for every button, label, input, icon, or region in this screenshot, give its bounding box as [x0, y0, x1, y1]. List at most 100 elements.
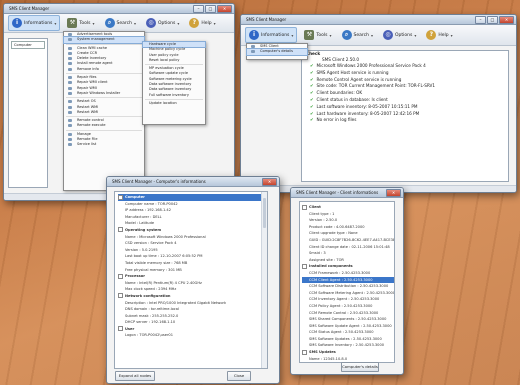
close-dialog-button[interactable]: Close [227, 371, 251, 381]
menu-item-computers-details[interactable]: Computer's details [246, 48, 308, 56]
info-icon: i [12, 18, 22, 28]
menu-item-label: Advertisement tools [77, 32, 113, 36]
minimize-button[interactable]: – [475, 16, 486, 24]
expand-toggle-icon[interactable] [118, 293, 123, 299]
client-info-tree[interactable]: Client Client type : 1 Version : 2.50.0 Pro… [299, 201, 395, 363]
tree-node[interactable]: Computer [118, 194, 267, 201]
tree-leaf: Smsid : 3 [302, 250, 394, 257]
tree-node[interactable]: SMS Updates [302, 349, 394, 356]
search-menu-button[interactable]: ⌕ Search ▾ [339, 28, 376, 42]
menu-item-icon [68, 62, 72, 66]
maximize-button[interactable]: □ [487, 16, 498, 24]
tree-text: Logon : TOR-P0042\user01 [125, 333, 173, 338]
tools-menu-item[interactable]: Service list [64, 142, 144, 147]
menu-separator [145, 64, 203, 66]
tools-icon: ⚒ [304, 30, 315, 40]
tools-menu-item[interactable]: Remote execute [64, 123, 144, 128]
tree-text: DHCP server : 192.168.1.10 [125, 320, 176, 325]
tools-menu-item[interactable]: Restart WMI [64, 110, 144, 115]
close-button[interactable]: ✕ [386, 189, 401, 197]
tree-text: SMS Software Inventory : 2.50.4253.3000 [309, 343, 385, 348]
check-item: ✔ Microsoft Windows 2000 Professional Ser… [302, 63, 508, 70]
window-title: SMS Client Manager [246, 17, 287, 22]
tree-text: Name : Intel(R) Pentium(R) 4 CPU 2.40GHz [125, 280, 202, 285]
tools-icon: ⚒ [67, 18, 78, 28]
help-menu-button[interactable]: ? Help ▾ [186, 16, 218, 30]
expand-toggle-icon[interactable] [118, 194, 123, 200]
scrollbar-thumb[interactable] [263, 198, 266, 228]
tools-menu-button[interactable]: ⚒ Tools ▾ [64, 16, 97, 30]
expand-toggle-icon[interactable] [118, 326, 123, 332]
maximize-button[interactable]: □ [205, 5, 216, 13]
close-button[interactable]: ✕ [262, 178, 277, 186]
expand-all-nodes-button[interactable]: Expand all nodes [115, 371, 155, 381]
tree-leaf: SMS Software Update Agent : 2.50.4253.30… [302, 323, 394, 330]
tree-node[interactable]: Operating system [118, 227, 267, 234]
scrollbar[interactable] [261, 192, 267, 368]
tools-menu-item[interactable]: Repair Windows Installer [64, 91, 144, 96]
submenu-item[interactable]: Update location [143, 101, 205, 106]
menu-item-icon [68, 86, 72, 90]
tree-text: GUID : GUID:2C8F7B26-8C62-4EE7-A417-BCE3… [309, 237, 395, 242]
tree-leaf: CCM Remote Control : 2.50.4253.3000 [302, 310, 394, 317]
expand-toggle-icon[interactable] [302, 204, 307, 210]
tree-text: Subnet mask : 255.255.252.0 [125, 313, 179, 318]
expand-toggle-icon[interactable] [118, 273, 123, 279]
informations-menu-button[interactable]: i Informations ▾ [8, 15, 61, 31]
options-menu-button[interactable]: ◎ Options ▾ [380, 28, 419, 42]
menu-item-icon [68, 76, 72, 80]
close-button[interactable]: ✕ [217, 5, 232, 13]
tree-leaf: Client ID change date : 02-11-2006 15:01… [302, 244, 394, 251]
tree-text: Computer name : TOR-P0042 [125, 201, 178, 206]
tree-text: SMS Software Updates : 2.50.4253.3000 [309, 336, 382, 341]
tools-menu-item[interactable]: System management [63, 36, 145, 44]
check-item: ✔ SMS Agent Host service is running [302, 70, 508, 77]
checkmark-icon: ✔ [310, 69, 314, 75]
tree-leaf: CCM Software Metering Agent : 2.50.4253.… [302, 290, 394, 297]
submenu-item[interactable]: Reset local policy [143, 58, 205, 63]
checkmark-icon: ✔ [310, 83, 314, 89]
tree-node[interactable]: Processor [118, 273, 267, 280]
menu-item-icon [68, 105, 72, 109]
tree-text: Network configuration [125, 293, 171, 298]
expand-toggle-icon[interactable] [302, 263, 307, 269]
tree-text: Client ID change date : 02-11-2006 15:01… [309, 244, 390, 249]
menu-separator [66, 73, 142, 75]
tree-leaf: CCM Client Agent : 2.50.4253.3000 [302, 276, 394, 284]
client-icon [251, 45, 255, 48]
tree-node[interactable]: Network configuration [118, 293, 267, 300]
menu-separator [66, 129, 142, 131]
minimize-button[interactable]: – [193, 5, 204, 13]
informations-menu-button[interactable]: i Informations ▾ [245, 27, 298, 43]
computer-info-tree[interactable]: Computer Computer name : TOR-P0042 IP addr… [114, 191, 268, 369]
menu-item-label: Software metering cycle [149, 76, 192, 81]
tree-node[interactable]: Installed components [302, 263, 394, 270]
submenu-item[interactable]: Full software inventory [143, 93, 205, 98]
options-icon: ◎ [383, 30, 394, 40]
tree-leaf: Model : Latitude [118, 220, 267, 227]
tree-leaf: Version : 2.50.0 [302, 217, 394, 224]
client-informations-dialog: SMS Client Manager - Client informations… [290, 187, 404, 375]
computers-details-button[interactable]: Computer's details [341, 362, 379, 372]
computer-name-input[interactable]: Computer [11, 41, 45, 49]
options-icon: ◎ [146, 18, 157, 28]
tree-text: CCM Policy Agent : 2.50.4253.3000 [309, 303, 373, 308]
help-menu-button[interactable]: ? Help ▾ [423, 28, 455, 42]
tree-node[interactable]: User [118, 326, 267, 333]
expand-toggle-icon[interactable] [118, 227, 123, 233]
check-text: SMS Agent Host service is running [316, 69, 389, 75]
system-management-submenu: Hardware cycle Machine policy cycle User p… [142, 40, 206, 125]
checkmark-icon: ✔ [310, 110, 314, 116]
tree-text: CCM Status Agent : 2.50.4253.3000 [309, 330, 374, 335]
tools-menu-button[interactable]: ⚒ Tools ▾ [301, 28, 334, 42]
options-menu-button[interactable]: ◎ Options ▾ [143, 16, 182, 30]
tree-text: Operating system [125, 227, 162, 232]
tree-text: CCM Software Distribution : 2.50.4253.30… [309, 284, 389, 289]
close-button[interactable]: ✕ [499, 16, 514, 24]
tree-node[interactable]: Client [302, 204, 394, 211]
tools-menu-item[interactable]: Remove info [64, 67, 144, 72]
window-title: SMS Client Manager [9, 6, 50, 11]
search-menu-button[interactable]: ⌕ Search ▾ [102, 16, 139, 30]
menu-item-icon [68, 124, 72, 128]
expand-toggle-icon[interactable] [302, 349, 307, 355]
